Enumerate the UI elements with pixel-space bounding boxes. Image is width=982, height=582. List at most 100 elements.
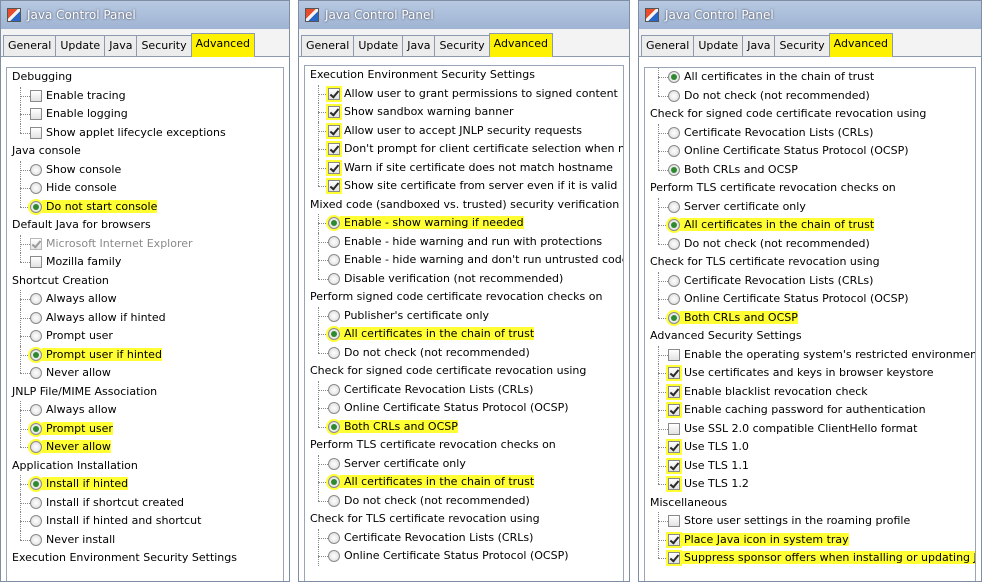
checkbox-option[interactable]: Show site certificate from server even i…: [308, 177, 623, 196]
checkbox-checked-icon[interactable]: [328, 106, 340, 118]
radio-unselected-icon[interactable]: [328, 309, 340, 322]
radio-selected-icon[interactable]: [328, 217, 340, 229]
tab-advanced[interactable]: Advanced: [828, 33, 893, 57]
radio-unselected-icon[interactable]: [328, 550, 340, 562]
radio-option[interactable]: Do not check (not recommended): [648, 234, 975, 254]
checkbox-option[interactable]: Show applet lifecycle exceptions: [10, 123, 283, 143]
radio-selected-icon[interactable]: [30, 200, 42, 213]
checkbox-checked-icon[interactable]: [668, 404, 680, 416]
radio-option[interactable]: Certificate Revocation Lists (CRLs): [308, 528, 623, 547]
checkbox-unchecked-icon[interactable]: [668, 348, 680, 361]
checkbox-option[interactable]: Enable the operating system's restricted…: [648, 345, 975, 364]
radio-unselected-icon[interactable]: [30, 533, 42, 546]
radio-unselected-icon[interactable]: [328, 235, 340, 248]
radio-option[interactable]: All certificates in the chain of trust: [308, 325, 623, 344]
radio-selected-icon[interactable]: [30, 348, 42, 361]
checkbox-checked-icon[interactable]: [668, 552, 680, 564]
radio-option[interactable]: Always allow: [10, 290, 283, 309]
radio-option[interactable]: Enable - hide warning and don't run untr…: [308, 251, 623, 270]
checkbox-checked-icon[interactable]: [668, 385, 680, 398]
radio-option[interactable]: Hide console: [10, 179, 283, 198]
radio-option[interactable]: All certificates in the chain of trust: [648, 68, 975, 87]
tab-advanced[interactable]: Advanced: [190, 33, 255, 57]
checkbox-option[interactable]: Show sandbox warning banner: [308, 103, 623, 122]
settings-tree[interactable]: All certificates in the chain of trust Do…: [644, 67, 976, 581]
checkbox-unchecked-icon[interactable]: [30, 108, 42, 120]
radio-option[interactable]: Never install: [10, 530, 283, 550]
checkbox-option[interactable]: Store user settings in the roaming profi…: [648, 512, 975, 531]
radio-option[interactable]: Always allow if hinted: [10, 308, 283, 327]
radio-selected-icon[interactable]: [328, 476, 340, 488]
tab-advanced[interactable]: Advanced: [488, 33, 553, 57]
checkbox-checked-icon[interactable]: [30, 237, 42, 250]
checkbox-option[interactable]: Suppress sponsor offers when installing …: [648, 549, 975, 568]
radio-selected-icon[interactable]: [328, 420, 340, 433]
checkbox-unchecked-icon[interactable]: [30, 89, 42, 102]
radio-option[interactable]: Always allow: [10, 401, 283, 420]
radio-selected-icon[interactable]: [328, 328, 340, 340]
checkbox-unchecked-icon[interactable]: [668, 422, 680, 435]
checkbox-checked-icon[interactable]: [328, 124, 340, 137]
radio-option[interactable]: Certificate Revocation Lists (CRLs): [308, 380, 623, 399]
radio-unselected-icon[interactable]: [30, 293, 42, 305]
tab-java[interactable]: Java: [742, 35, 776, 56]
radio-option[interactable]: Do not check (not recommended): [308, 343, 623, 363]
radio-option[interactable]: Server certificate only: [308, 454, 623, 473]
radio-option[interactable]: Show console: [10, 160, 283, 179]
checkbox-option[interactable]: Enable caching password for authenticati…: [648, 401, 975, 420]
checkbox-option[interactable]: Enable blacklist revocation check: [648, 382, 975, 401]
radio-unselected-icon[interactable]: [668, 274, 680, 287]
radio-option[interactable]: Enable - hide warning and run with prote…: [308, 232, 623, 251]
tab-update[interactable]: Update: [693, 35, 744, 56]
radio-option[interactable]: Do not check (not recommended): [648, 86, 975, 106]
radio-option[interactable]: Disable verification (not recommended): [308, 269, 623, 289]
checkbox-option[interactable]: Warn if site certificate does not match …: [308, 158, 623, 177]
radio-selected-icon[interactable]: [668, 71, 680, 83]
checkbox-checked-icon[interactable]: [668, 459, 680, 472]
radio-unselected-icon[interactable]: [30, 496, 42, 509]
radio-option[interactable]: Do not start console: [10, 197, 283, 217]
tab-security[interactable]: Security: [434, 35, 490, 56]
radio-unselected-icon[interactable]: [30, 182, 42, 194]
checkbox-unchecked-icon[interactable]: [30, 126, 42, 139]
radio-option[interactable]: Online Certificate Status Protocol (OCSP…: [308, 547, 623, 566]
radio-unselected-icon[interactable]: [668, 293, 680, 305]
radio-option[interactable]: Never allow: [10, 364, 283, 383]
checkbox-checked-icon[interactable]: [668, 367, 680, 379]
radio-unselected-icon[interactable]: [30, 367, 42, 379]
tab-update[interactable]: Update: [353, 35, 404, 56]
radio-option[interactable]: Install if shortcut created: [10, 493, 283, 512]
tab-general[interactable]: General: [641, 35, 695, 56]
radio-option[interactable]: Both CRLs and OCSP: [648, 308, 975, 328]
radio-unselected-icon[interactable]: [668, 237, 680, 250]
radio-unselected-icon[interactable]: [30, 311, 42, 324]
radio-unselected-icon[interactable]: [668, 145, 680, 157]
radio-unselected-icon[interactable]: [328, 402, 340, 414]
radio-option[interactable]: Prompt user: [10, 327, 283, 346]
checkbox-checked-icon[interactable]: [328, 161, 340, 174]
radio-option[interactable]: Install if hinted and shortcut: [10, 512, 283, 531]
checkbox-unchecked-icon[interactable]: [30, 256, 42, 268]
radio-unselected-icon[interactable]: [328, 457, 340, 470]
checkbox-checked-icon[interactable]: [328, 180, 340, 192]
radio-unselected-icon[interactable]: [328, 531, 340, 544]
radio-option[interactable]: Both CRLs and OCSP: [308, 417, 623, 437]
radio-unselected-icon[interactable]: [328, 494, 340, 507]
radio-option[interactable]: Online Certificate Status Protocol (OCSP…: [308, 399, 623, 418]
radio-option[interactable]: Install if hinted: [10, 475, 283, 494]
checkbox-checked-icon[interactable]: [328, 143, 340, 155]
radio-option[interactable]: Online Certificate Status Protocol (OCSP…: [648, 290, 975, 309]
radio-unselected-icon[interactable]: [328, 346, 340, 359]
checkbox-checked-icon[interactable]: [668, 441, 680, 453]
checkbox-option[interactable]: Use certificates and keys in browser key…: [648, 364, 975, 383]
radio-selected-icon[interactable]: [30, 422, 42, 435]
radio-option[interactable]: Never allow: [10, 438, 283, 457]
checkbox-option[interactable]: Use TLS 1.2: [648, 475, 975, 494]
radio-option[interactable]: Prompt user: [10, 419, 283, 438]
checkbox-checked-icon[interactable]: [668, 478, 680, 490]
radio-unselected-icon[interactable]: [328, 383, 340, 396]
radio-unselected-icon[interactable]: [30, 441, 42, 453]
radio-unselected-icon[interactable]: [668, 200, 680, 213]
radio-option[interactable]: All certificates in the chain of trust: [648, 216, 975, 235]
tab-security[interactable]: Security: [774, 35, 830, 56]
